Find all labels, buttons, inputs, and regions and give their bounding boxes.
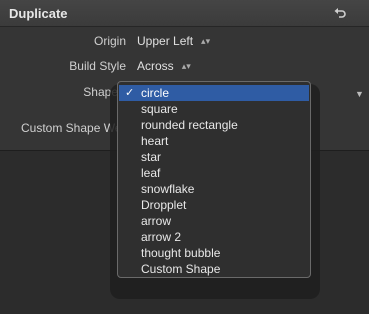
- checkmark-icon: ✓: [125, 87, 135, 99]
- shape-menu-item-label: leaf: [141, 166, 161, 180]
- shape-menu-item[interactable]: square: [119, 101, 309, 117]
- stepper-arrows-icon: ▴▾: [181, 61, 191, 71]
- shape-menu-item[interactable]: star: [119, 149, 309, 165]
- custom-shape-weight-label: Custom Shape We: [21, 121, 122, 135]
- shape-menu-item[interactable]: Dropplet: [119, 197, 309, 213]
- shape-popup-arrow-icon[interactable]: ▼: [355, 89, 364, 99]
- shape-menu-item[interactable]: snowflake: [119, 181, 309, 197]
- shape-menu-item-label: heart: [141, 134, 169, 148]
- shape-menu-item[interactable]: arrow 2: [119, 229, 309, 245]
- shape-menu-item[interactable]: leaf: [119, 165, 309, 181]
- origin-label: Origin: [93, 34, 126, 48]
- panel-header: Duplicate: [0, 0, 369, 27]
- origin-value: Upper Left: [137, 34, 194, 48]
- reset-arrow-icon[interactable]: [333, 6, 347, 20]
- shape-menu-item-label: Dropplet: [141, 198, 187, 212]
- shape-menu-item-label: rounded rectangle: [141, 118, 238, 132]
- shape-menu-item-label: square: [141, 102, 178, 116]
- shape-menu-item-label: star: [141, 150, 162, 164]
- shape-menu-item-label: snowflake: [141, 182, 195, 196]
- shape-menu-item[interactable]: rounded rectangle: [119, 117, 309, 133]
- origin-popup[interactable]: Upper Left ▴▾: [137, 34, 211, 48]
- shape-menu-item-label: Custom Shape: [141, 262, 221, 276]
- shape-menu-item[interactable]: thought bubble: [119, 245, 309, 261]
- build-style-value: Across: [137, 59, 174, 73]
- shape-menu-item[interactable]: ✓ circle: [119, 85, 309, 101]
- stepper-arrows-icon: ▴▾: [201, 36, 211, 46]
- shape-menu-item[interactable]: Custom Shape: [119, 261, 309, 277]
- shape-menu-item-label: circle: [141, 86, 170, 100]
- shape-menu-item[interactable]: arrow: [119, 213, 309, 229]
- shape-menu-item-label: thought bubble: [141, 246, 221, 260]
- shape-menu-item[interactable]: heart: [119, 133, 309, 149]
- panel-title: Duplicate: [9, 6, 68, 21]
- shape-dropdown-menu[interactable]: ✓ circle square rounded rectangle heart star l…: [117, 81, 311, 278]
- build-style-label: Build Style: [69, 59, 126, 73]
- shape-menu-item-label: arrow: [141, 214, 172, 228]
- build-style-popup[interactable]: Across ▴▾: [137, 59, 191, 73]
- shape-menu-item-label: arrow 2: [141, 230, 182, 244]
